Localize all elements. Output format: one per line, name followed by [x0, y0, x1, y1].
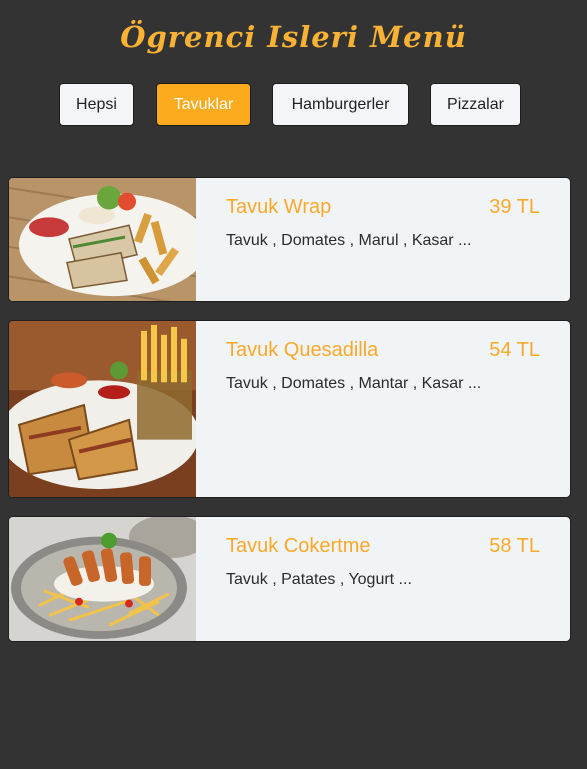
menu-item-image — [9, 517, 196, 641]
menu-item-image — [9, 321, 196, 497]
menu-item-card[interactable]: Tavuk Cokertme 58 TL Tavuk , Patates , Y… — [8, 516, 571, 642]
filter-button-burgers[interactable]: Hamburgerler — [272, 83, 409, 126]
menu-item-name: Tavuk Cokertme — [226, 535, 371, 557]
filter-button-pizzas[interactable]: Pizzalar — [430, 83, 521, 126]
menu-item-card[interactable]: Tavuk Quesadilla 54 TL Tavuk , Domates ,… — [8, 320, 571, 498]
menu-item-description: Tavuk , Domates , Marul , Kasar ... — [226, 232, 472, 249]
page-title: Ögrenci Isleri Menü — [120, 20, 467, 54]
filter-bar: Hepsi Tavuklar Hamburgerler Pizzalar — [0, 83, 587, 126]
menu-item-price: 58 TL — [489, 535, 540, 557]
menu-item-price: 54 TL — [489, 339, 540, 361]
menu-item-card[interactable]: Tavuk Wrap 39 TL Tavuk , Domates , Marul… — [8, 177, 571, 302]
menu-item-description: Tavuk , Patates , Yogurt ... — [226, 571, 412, 588]
menu-item-name: Tavuk Quesadilla — [226, 339, 379, 361]
filter-button-all[interactable]: Hepsi — [59, 83, 134, 126]
menu-item-price: 39 TL — [489, 196, 540, 218]
menu-item-description: Tavuk , Domates , Mantar , Kasar ... — [226, 375, 482, 392]
menu-item-image — [9, 178, 196, 301]
filter-button-chicken[interactable]: Tavuklar — [156, 83, 251, 126]
menu-item-name: Tavuk Wrap — [226, 196, 332, 218]
